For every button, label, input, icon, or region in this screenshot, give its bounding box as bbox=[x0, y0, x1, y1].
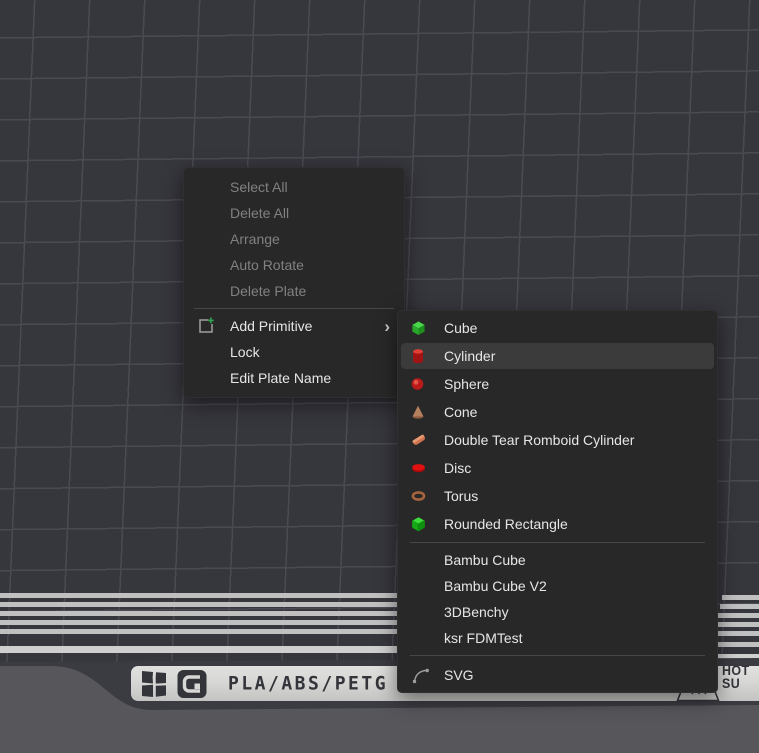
menu-item-label: Edit Plate Name bbox=[230, 370, 331, 386]
menu-separator bbox=[194, 308, 394, 309]
context-menu: Select All Delete All Arrange Auto Rotat… bbox=[183, 167, 405, 398]
cone-icon bbox=[411, 405, 425, 419]
submenu-item-label: Torus bbox=[444, 488, 478, 504]
romboid-cylinder-icon bbox=[411, 432, 427, 448]
submenu-item-label: Disc bbox=[444, 460, 471, 476]
submenu-item-double-tear-romboid-cylinder[interactable]: Double Tear Romboid Cylinder bbox=[398, 426, 717, 454]
submenu-item-cone[interactable]: Cone bbox=[398, 398, 717, 426]
plate-brand-logo-icon bbox=[177, 669, 207, 699]
submenu-item-label: Cone bbox=[444, 404, 477, 420]
rounded-rectangle-icon bbox=[411, 517, 426, 532]
submenu-item-label: Cube bbox=[444, 320, 477, 336]
submenu-item-ksr-fdmtest[interactable]: ksr FDMTest bbox=[398, 625, 717, 651]
menu-item-arrange: Arrange bbox=[184, 226, 404, 252]
add-primitive-icon bbox=[196, 317, 215, 336]
submenu-chevron-icon: › bbox=[384, 318, 390, 335]
submenu-item-cylinder[interactable]: Cylinder bbox=[398, 342, 717, 370]
submenu-item-bambu-cube[interactable]: Bambu Cube bbox=[398, 547, 717, 573]
menu-item-label: Delete Plate bbox=[230, 283, 306, 299]
cube-icon bbox=[411, 321, 426, 336]
disc-icon bbox=[411, 463, 426, 474]
menu-item-select-all: Select All bbox=[184, 174, 404, 200]
menu-item-delete-all: Delete All bbox=[184, 200, 404, 226]
menu-item-label: Auto Rotate bbox=[230, 257, 304, 273]
menu-separator bbox=[410, 655, 705, 656]
submenu-item-label: Cylinder bbox=[444, 348, 495, 364]
submenu-item-3dbenchy[interactable]: 3DBenchy bbox=[398, 599, 717, 625]
submenu-item-rounded-rectangle[interactable]: Rounded Rectangle bbox=[398, 510, 717, 538]
menu-item-add-primitive[interactable]: Add Primitive › bbox=[184, 313, 404, 339]
bezier-curve-icon bbox=[411, 665, 431, 685]
menu-item-edit-plate-name[interactable]: Edit Plate Name bbox=[184, 365, 404, 391]
menu-item-auto-rotate: Auto Rotate bbox=[184, 252, 404, 278]
menu-item-label: Arrange bbox=[230, 231, 280, 247]
menu-item-label: Delete All bbox=[230, 205, 289, 221]
window-grid-logo-icon bbox=[140, 669, 168, 699]
submenu-item-label: Rounded Rectangle bbox=[444, 516, 568, 532]
submenu-item-label: Bambu Cube V2 bbox=[444, 578, 547, 594]
submenu-item-cube[interactable]: Cube bbox=[398, 314, 717, 342]
submenu-item-label: Bambu Cube bbox=[444, 552, 526, 568]
menu-item-label: Lock bbox=[230, 344, 260, 360]
torus-icon bbox=[411, 491, 426, 502]
menu-item-label: Add Primitive bbox=[230, 318, 312, 334]
submenu-item-label: Double Tear Romboid Cylinder bbox=[444, 432, 634, 448]
cylinder-icon bbox=[411, 349, 425, 364]
slicer-app-window: PLA/ABS/PETG HOT SU Select All Delete Al… bbox=[0, 0, 759, 753]
submenu-item-bambu-cube-v2[interactable]: Bambu Cube V2 bbox=[398, 573, 717, 599]
warning-text-line2: SU bbox=[722, 678, 750, 691]
add-primitive-submenu: Cube Cylinder Sphere bbox=[397, 310, 718, 693]
submenu-item-label: 3DBenchy bbox=[444, 604, 509, 620]
submenu-item-label: SVG bbox=[444, 667, 474, 683]
submenu-item-torus[interactable]: Torus bbox=[398, 482, 717, 510]
plate-material-label: PLA/ABS/PETG bbox=[228, 672, 388, 694]
menu-item-lock[interactable]: Lock bbox=[184, 339, 404, 365]
menu-separator bbox=[410, 542, 705, 543]
submenu-item-sphere[interactable]: Sphere bbox=[398, 370, 717, 398]
sphere-icon bbox=[411, 378, 424, 391]
submenu-item-svg[interactable]: SVG bbox=[398, 660, 717, 689]
menu-item-label: Select All bbox=[230, 179, 288, 195]
submenu-item-label: Sphere bbox=[444, 376, 489, 392]
menu-item-delete-plate: Delete Plate bbox=[184, 278, 404, 304]
submenu-item-disc[interactable]: Disc bbox=[398, 454, 717, 482]
submenu-item-label: ksr FDMTest bbox=[444, 630, 523, 646]
